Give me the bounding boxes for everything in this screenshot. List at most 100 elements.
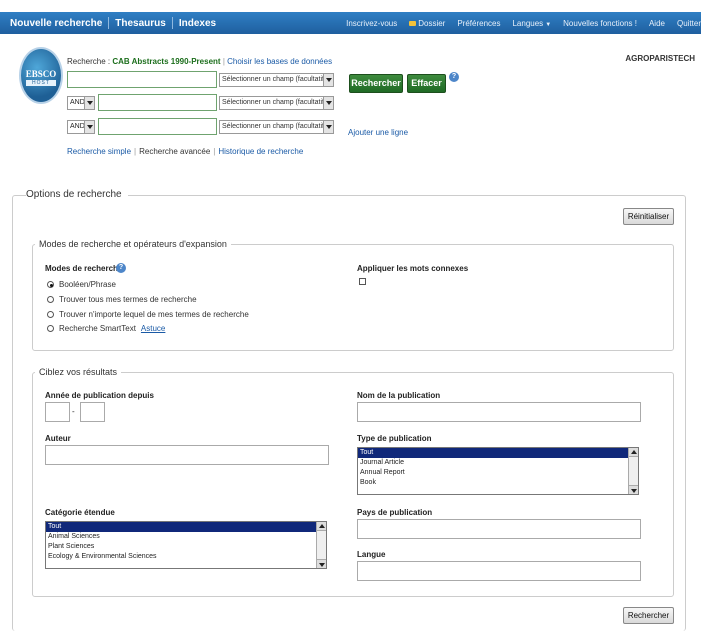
refine-results-section-title: Ciblez vos résultats: [35, 367, 122, 377]
search-header: Recherche : CAB Abstracts 1990-Present |…: [67, 57, 332, 66]
mode-option-label: Recherche SmartText: [59, 324, 136, 333]
publication-type-option[interactable]: Book: [358, 478, 638, 488]
operator-value: AND: [70, 123, 85, 130]
language-input[interactable]: [357, 561, 641, 581]
chevron-down-icon: [84, 97, 94, 109]
publication-country-input[interactable]: [357, 519, 641, 539]
publication-type-label: Type de publication: [357, 434, 432, 443]
bottom-search-button[interactable]: Rechercher: [623, 607, 674, 624]
field-select-2[interactable]: Sélectionner un champ (facultatif): [219, 96, 334, 110]
ebscohost-logo[interactable]: EBSCO HOST: [19, 47, 63, 104]
top-navigation-bar: Nouvelle recherche Thesaurus Indexes Ins…: [0, 12, 701, 34]
nav-new-search[interactable]: Nouvelle recherche: [10, 18, 102, 29]
folder-icon: [409, 20, 417, 26]
publication-type-option[interactable]: Journal Article: [358, 458, 638, 468]
chevron-down-icon: [323, 74, 333, 86]
nav-indexes[interactable]: Indexes: [179, 18, 216, 29]
choose-database-link[interactable]: Choisir les bases de données: [227, 57, 332, 66]
related-words-checkbox[interactable]: [359, 278, 366, 285]
search-type-links: Recherche simple | Recherche avancée | Histo…: [67, 147, 303, 156]
search-term-input-3[interactable]: [98, 118, 217, 135]
top-nav-left: Nouvelle recherche Thesaurus Indexes: [10, 12, 222, 34]
listbox-scrollbar[interactable]: [316, 522, 326, 568]
scroll-down-icon[interactable]: [317, 559, 326, 568]
radio-button[interactable]: [47, 325, 54, 332]
mode-option-all-terms[interactable]: Trouver tous mes termes de recherche: [47, 295, 197, 304]
search-term-input-2[interactable]: [98, 94, 217, 111]
broad-category-option[interactable]: Animal Sciences: [46, 532, 326, 542]
field-select-value: Sélectionner un champ (facultatif): [222, 76, 327, 83]
field-select-value: Sélectionner un champ (facultatif): [222, 123, 327, 130]
nav-languages[interactable]: Langues ▼: [512, 19, 551, 28]
nav-folder[interactable]: Dossier: [409, 19, 445, 28]
nav-exit[interactable]: Quitter: [677, 19, 701, 28]
broad-category-option[interactable]: Tout: [46, 522, 326, 532]
mode-option-label: Booléen/Phrase: [59, 280, 116, 289]
year-range-dash: -: [72, 407, 75, 416]
listbox-scrollbar[interactable]: [628, 448, 638, 494]
nav-folder-label: Dossier: [418, 18, 446, 28]
mode-option-any-terms[interactable]: Trouver n'importe lequel de mes termes d…: [47, 310, 249, 319]
link-divider: |: [213, 147, 216, 156]
add-line-link[interactable]: Ajouter une ligne: [348, 128, 408, 137]
broad-category-listbox[interactable]: Tout Animal Sciences Plant Sciences Ecol…: [45, 521, 327, 569]
publication-year-label: Année de publication depuis: [45, 391, 154, 400]
publication-type-option[interactable]: Annual Report: [358, 468, 638, 478]
operator-value: AND: [70, 99, 85, 106]
publication-year-from-input[interactable]: [45, 402, 70, 422]
nav-thesaurus[interactable]: Thesaurus: [115, 18, 166, 29]
search-modes-section-title: Modes de recherche et opérateurs d'expan…: [35, 239, 231, 249]
radio-button[interactable]: [47, 281, 54, 288]
mode-option-label: Trouver n'importe lequel de mes termes d…: [59, 310, 249, 319]
nav-signin[interactable]: Inscrivez-vous: [346, 19, 397, 28]
logo-text-host: HOST: [26, 80, 56, 86]
broad-category-option[interactable]: Ecology & Environmental Sciences: [46, 552, 326, 562]
database-name: CAB Abstracts 1990-Present: [112, 57, 221, 66]
help-icon[interactable]: ?: [116, 263, 126, 273]
nav-preferences[interactable]: Préférences: [457, 19, 500, 28]
boolean-operator-select-2[interactable]: AND: [67, 96, 95, 110]
author-label: Auteur: [45, 434, 71, 443]
nav-separator: [108, 17, 110, 29]
broad-category-option[interactable]: Plant Sciences: [46, 542, 326, 552]
publication-country-label: Pays de publication: [357, 508, 433, 517]
search-term-input-1[interactable]: [67, 71, 217, 88]
chevron-down-icon: ▼: [545, 21, 552, 28]
nav-new-features[interactable]: Nouvelles fonctions !: [563, 19, 637, 28]
publication-name-input[interactable]: [357, 402, 641, 422]
search-label: Recherche :: [67, 57, 111, 66]
publication-year-to-input[interactable]: [80, 402, 105, 422]
reset-button[interactable]: Réinitialiser: [623, 208, 674, 225]
clear-button[interactable]: Effacer: [407, 74, 446, 93]
search-history-link[interactable]: Historique de recherche: [218, 147, 303, 156]
search-options-title: Options de recherche: [26, 189, 128, 200]
field-select-1[interactable]: Sélectionner un champ (facultatif): [219, 73, 334, 87]
search-button[interactable]: Rechercher: [349, 74, 403, 93]
help-icon[interactable]: ?: [449, 72, 459, 82]
advanced-search-link[interactable]: Recherche avancée: [139, 147, 210, 156]
language-label: Langue: [357, 550, 386, 559]
boolean-operator-select-3[interactable]: AND: [67, 120, 95, 134]
publication-name-label: Nom de la publication: [357, 391, 441, 400]
scroll-up-icon[interactable]: [317, 522, 326, 531]
mode-option-smarttext[interactable]: Recherche SmartText Astuce: [47, 324, 165, 333]
basic-search-link[interactable]: Recherche simple: [67, 147, 131, 156]
publication-type-listbox[interactable]: Tout Journal Article Annual Report Book: [357, 447, 639, 495]
link-divider: |: [134, 147, 137, 156]
scroll-down-icon[interactable]: [629, 485, 638, 494]
field-select-value: Sélectionner un champ (facultatif): [222, 99, 327, 106]
nav-help[interactable]: Aide: [649, 19, 665, 28]
author-input[interactable]: [45, 445, 329, 465]
radio-button[interactable]: [47, 311, 54, 318]
smarttext-tip-link[interactable]: Astuce: [141, 324, 165, 333]
publication-type-option[interactable]: Tout: [358, 448, 638, 458]
radio-button[interactable]: [47, 296, 54, 303]
mode-option-label: Trouver tous mes termes de recherche: [59, 295, 197, 304]
top-nav-right: Inscrivez-vous Dossier Préférences Langu…: [334, 12, 701, 34]
field-select-3[interactable]: Sélectionner un champ (facultatif): [219, 120, 334, 134]
logo-text-ebsco: EBSCO: [25, 69, 57, 79]
scroll-up-icon[interactable]: [629, 448, 638, 457]
mode-option-boolean[interactable]: Booléen/Phrase: [47, 280, 116, 289]
nav-languages-label: Langues: [512, 18, 544, 28]
broad-category-label: Catégorie étendue: [45, 508, 115, 517]
